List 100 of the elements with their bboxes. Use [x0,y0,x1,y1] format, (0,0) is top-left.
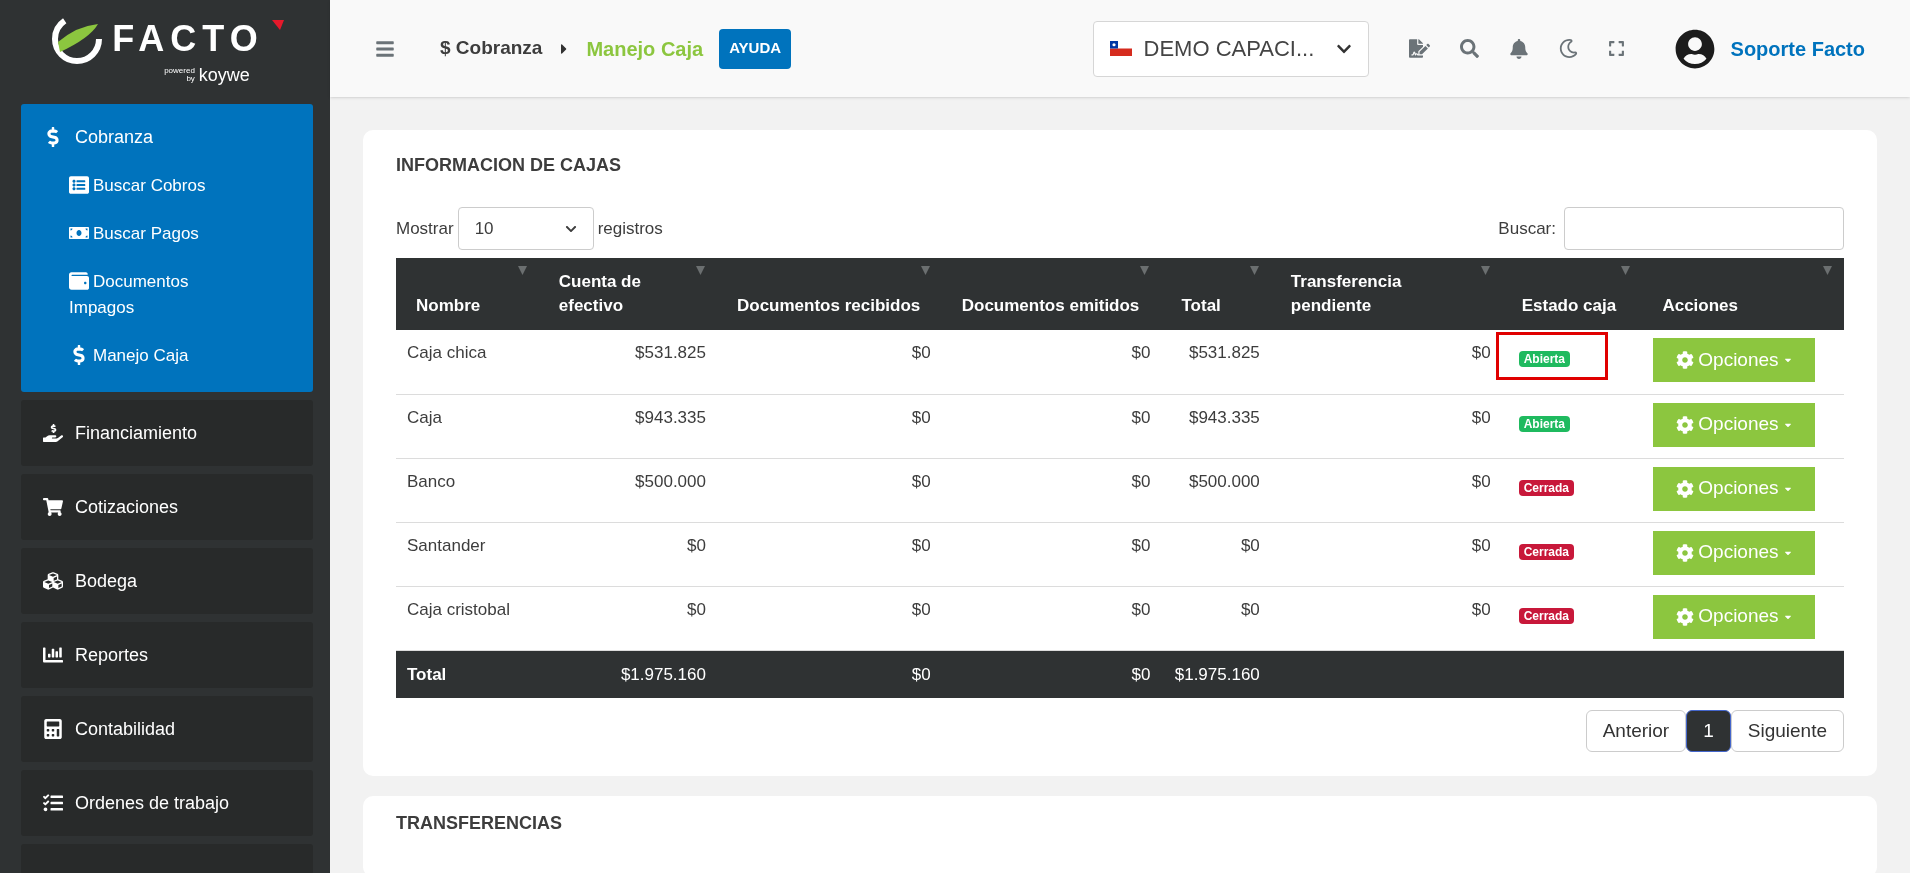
table-cell: $0 [1270,394,1502,458]
table-cell: $0 [941,458,1162,522]
submenu-item[interactable]: Manejo Caja [21,332,261,380]
pagination-button[interactable]: Siguiente [1730,710,1844,752]
sidebar-label: Cotizaciones [75,495,179,519]
sort-icon[interactable] [1823,266,1832,275]
table-cell: $0 [1270,330,1502,394]
submenu-item[interactable]: Documentos Impagos [21,258,261,332]
sort-icon[interactable] [1621,266,1631,275]
column-header[interactable]: Cuenta de efectivo [538,258,717,330]
fullscreen-icon[interactable] [1607,40,1625,57]
table-cell: $0 [716,522,942,586]
table-cell: Caja cristobal [396,586,539,650]
sidebar-label: Reportes [75,643,149,667]
table-cell: $0 [1161,586,1271,650]
status-badge: Abierta [1518,351,1571,367]
table-cell: Santander [396,522,539,586]
sidebar-label: Bodega [75,569,138,593]
logo-flag-icon [271,19,284,32]
checklist-icon [43,793,63,813]
bell-icon[interactable] [1508,38,1529,59]
total-cell: $1.975.160 [538,650,717,698]
wallet-icon [69,270,89,291]
search-icon[interactable] [1459,39,1479,58]
submenu-item[interactable]: Buscar Pagos [21,210,261,258]
submenu-item[interactable]: Buscar Cobros [21,162,261,210]
table-cell: Caja chica [396,330,539,394]
bar-chart-icon [43,645,63,665]
sort-icon[interactable] [1480,266,1490,275]
sidebar-label: Contabilidad [75,717,176,741]
sort-icon[interactable] [1249,266,1259,275]
status-badge: Abierta [1518,415,1571,432]
sidebar-item[interactable]: Reportes [21,622,313,688]
column-header[interactable]: Estado caja [1501,258,1643,330]
table-cell: $0 [941,330,1162,394]
sidebar-label: Cobranza [75,125,154,149]
table-cell: $0 [1270,586,1502,650]
breadcrumb-link[interactable]: $ Cobranza [440,34,543,63]
breadcrumb-current: Manejo Caja [586,36,704,62]
sidebar-item[interactable]: Financiamiento [21,400,313,466]
sidebar-item[interactable]: Bodega [21,548,313,614]
column-header[interactable]: Documentos emitidos [941,258,1162,330]
table-cell: $0 [941,586,1162,650]
user-name[interactable]: Soporte Facto [1730,33,1865,64]
pagination-button[interactable]: Anterior [1585,710,1687,752]
table-cell: $0 [538,522,717,586]
status-badge: Cerrada [1518,479,1575,496]
sort-icon[interactable] [517,266,527,275]
card-title: INFORMACION DE CAJAS [396,154,622,177]
logo-text: FACTO [112,16,264,61]
column-header[interactable]: Acciones [1642,258,1844,330]
table-cell: $0 [538,586,717,650]
sort-icon[interactable] [920,266,930,275]
page-size-select[interactable]: 10 [457,207,594,250]
search-label: Buscar: [1498,217,1556,240]
search-field[interactable] [1564,207,1844,250]
table-cell: $0 [1161,522,1271,586]
table-cell: $0 [716,394,942,458]
sidebar-item[interactable]: Contabilidad [21,696,313,762]
table-cell: $0 [941,394,1162,458]
table-cell: $0 [1270,522,1502,586]
table-cell: $0 [941,522,1162,586]
powered-text: powered [164,67,195,75]
column-header[interactable]: Nombre [396,258,539,330]
list-icon [69,174,89,195]
table-cell: $531.825 [1161,330,1271,394]
table-cell: $0 [716,458,942,522]
gear-icon [1676,351,1695,369]
calculator-icon [43,719,63,739]
column-header[interactable]: Transferencia pendiente [1270,258,1502,330]
hand-coin-icon [43,423,63,443]
document-signature-icon[interactable] [1408,38,1430,59]
sidebar-item[interactable]: Ordenes de trabajo [21,770,313,836]
table-cell: Banco [396,458,539,522]
table-cell: $0 [716,330,942,394]
total-cell: $0 [716,650,942,698]
table-cell: $0 [1270,458,1502,522]
help-button[interactable]: AYUDA [719,28,792,69]
table-cell: $531.825 [538,330,717,394]
sort-icon[interactable] [1140,266,1150,275]
menu-icon[interactable] [375,38,395,59]
company-select[interactable]: DEMO CAPACI... [1092,20,1369,77]
gear-icon [1676,607,1695,626]
sidebar-item[interactable]: Cotizaciones [21,474,313,540]
records-label: registros [597,217,663,240]
sidebar-label: Financiamiento [75,421,198,445]
status-badge: Cerrada [1518,607,1575,624]
table-cell: $500.000 [1161,458,1271,522]
avatar-icon[interactable] [1674,28,1715,69]
pagination-button[interactable]: 1 [1686,710,1731,752]
card-title: TRANSFERENCIAS [396,812,563,835]
column-header[interactable]: Documentos recibidos [716,258,942,330]
gear-icon [1676,479,1695,498]
column-header[interactable]: Total [1161,258,1271,330]
total-cell: $0 [941,650,1162,698]
sidebar-item[interactable]: Cobranza Buscar Cobros Buscar Pagos Documentos Impagos Manejo Caja [21,104,313,392]
moon-icon[interactable] [1558,39,1578,58]
sort-icon[interactable] [695,266,705,275]
sidebar-label: Ordenes de trabajo [75,791,230,815]
total-cell: $1.975.160 [1161,650,1271,698]
